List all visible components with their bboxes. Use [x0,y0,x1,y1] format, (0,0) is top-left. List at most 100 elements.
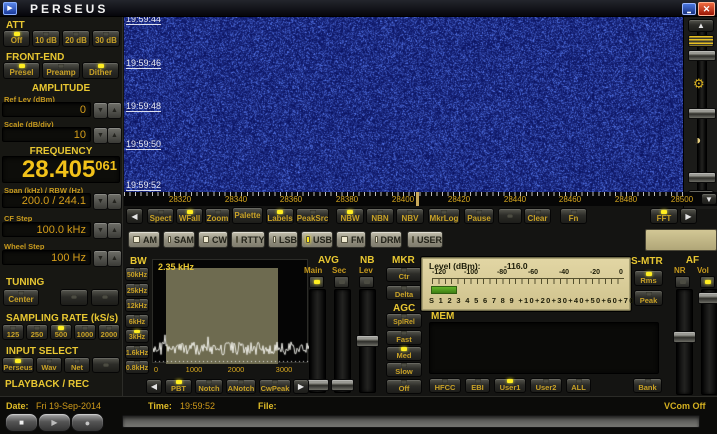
span-spin-down[interactable]: ▼ [93,193,108,210]
mem-user2-button[interactable]: User2 [530,378,562,393]
strip-handle-1[interactable] [688,50,716,61]
frequency-scale[interactable]: 28320 28340 28360 28380 28400 28420 2844… [124,192,717,206]
waterfall-display[interactable]: 19:59:44 19:59:46 19:59:48 19:59:50 19:5… [124,17,683,192]
pbt-left-arrow[interactable]: ◀ [146,379,162,394]
wheel-step-spin-up[interactable]: ▲ [107,250,122,267]
smtr-rms-button[interactable]: Rms [634,270,663,286]
labels-button[interactable]: Labels [266,208,294,224]
strip-handle-3[interactable] [688,172,716,183]
demod-sam-button[interactable]: SAM [163,231,195,248]
notch-button[interactable]: Notch [195,379,223,394]
nbw-button[interactable]: NBW [336,208,364,224]
bw-1-6khz-button[interactable]: 1.6kHz [125,345,149,359]
demod-cw-button[interactable]: CW [198,231,228,248]
toolbar-right-arrow[interactable]: ▶ [680,208,697,224]
mkr-delta-button[interactable]: Delta [386,285,422,300]
bw-25khz-button[interactable]: 25kHz [125,283,149,297]
mem-ebi-button[interactable]: EBI [465,378,490,393]
waterfall-canvas[interactable] [124,17,683,192]
record-button[interactable]: ● [71,413,104,432]
avg-sec-slider-handle[interactable] [331,379,354,391]
agc-med-button[interactable]: Med [386,346,422,361]
ref-lev-spin-up[interactable]: ▲ [107,102,122,119]
demod-drm-button[interactable]: DRM [370,231,402,248]
bw-6khz-button[interactable]: 6kHz [125,314,149,328]
clear-button[interactable]: Clear [524,208,551,224]
att-20db-button[interactable]: 20 dB [62,30,90,47]
nbv-button[interactable]: NBV [396,208,424,224]
input-perseus-button[interactable]: Perseus [2,357,34,373]
zoom-button[interactable]: Zoom [205,208,230,224]
peaksrc-button[interactable]: PeakSrc [296,208,329,224]
tuning-center-button[interactable]: Center [3,289,39,306]
bw-3khz-button[interactable]: 3kHz [125,329,149,343]
avg-sec-toggle[interactable] [334,276,349,288]
att-10db-button[interactable]: 10 dB [32,30,60,47]
avg-main-slider-handle[interactable] [306,379,329,391]
rate-250-button[interactable]: 250 [26,324,48,340]
palette-lines-handle[interactable] [688,35,714,47]
pbt-button[interactable]: PBT [165,379,192,394]
play-button[interactable]: ▶ [38,413,71,432]
demod-usb-button[interactable]: USB [301,231,333,248]
agc-slow-button[interactable]: Slow [386,362,422,377]
scale-value[interactable]: 10 [2,127,91,142]
cwpeak-button[interactable]: CwPeak [259,379,291,394]
tuning-aux1-button[interactable] [60,289,88,306]
bw-50khz-button[interactable]: 50kHz [125,267,149,281]
spect-button[interactable]: Spect [147,208,174,224]
af-vol-slider-handle[interactable] [698,292,717,304]
input-wav-button[interactable]: Wav [36,357,62,373]
mkr-ctr-button[interactable]: Ctr [386,267,422,282]
palette-button[interactable]: Palette [232,207,263,224]
bw-0-8khz-button[interactable]: 0.8kHz [125,360,149,374]
af-vol-toggle[interactable] [700,276,715,288]
att-30db-button[interactable]: 30 dB [92,30,120,47]
smtr-peak-button[interactable]: Peak [634,290,663,306]
strip-up-button[interactable]: ▲ [688,19,714,32]
pause-button[interactable]: Pause [464,208,494,224]
span-spin-up[interactable]: ▲ [107,193,122,210]
mkrlog-button[interactable]: MkrLog [428,208,460,224]
rate-2000-button[interactable]: 2000 [98,324,120,340]
af-nr-toggle[interactable] [675,276,690,288]
agc-fast-button[interactable]: Fast [386,330,422,345]
agc-off-button[interactable]: Off [386,379,422,394]
preamp-button[interactable]: Preamp [42,62,80,79]
contrast-icon[interactable]: ◑ [694,133,701,147]
rate-500-button[interactable]: 500 [50,324,72,340]
close-button[interactable]: ✕ [698,2,715,16]
wheel-step-spin-down[interactable]: ▼ [93,250,108,267]
nb-lev-toggle[interactable] [359,276,374,288]
mem-all-button[interactable]: ALL [566,378,591,393]
cf-step-spin-up[interactable]: ▲ [107,222,122,239]
demod-rtty-button[interactable]: RTTY [231,231,265,248]
anotch-button[interactable]: ANotch [226,379,256,394]
scale-spin-up[interactable]: ▲ [107,127,122,144]
demod-fm-button[interactable]: FM [336,231,366,248]
rate-1000-button[interactable]: 1000 [74,324,96,340]
fft-button[interactable]: FFT [650,208,678,224]
minimize-button[interactable]: ▂ [682,3,696,15]
wfall-button[interactable]: WFall [176,208,203,224]
toolbar-aux-button[interactable] [498,208,522,224]
mem-user1-button[interactable]: User1 [494,378,526,393]
agc-splrel-button[interactable]: SplRel [386,313,422,328]
toolbar-left-arrow[interactable]: ◀ [126,208,143,224]
demod-user-button[interactable]: USER [407,231,443,248]
tuning-marker[interactable] [416,192,419,206]
mem-hfcc-button[interactable]: HFCC [429,378,461,393]
tuning-aux2-button[interactable] [91,289,119,306]
pbt-right-arrow[interactable]: ▶ [293,379,309,394]
presel-button[interactable]: Presel [3,62,40,79]
ref-lev-spin-down[interactable]: ▼ [93,102,108,119]
frequency-display[interactable]: 28.405 061 [2,156,120,183]
af-vol-slider-track[interactable] [701,289,717,395]
att-off-button[interactable]: Off [3,30,30,47]
fn-button[interactable]: Fn [560,208,587,224]
dither-button[interactable]: Dither [82,62,119,79]
scale-down-button[interactable]: ▼ [701,193,717,205]
wheel-step-value[interactable]: 100 Hz [2,250,91,265]
cf-step-spin-down[interactable]: ▼ [93,222,108,239]
strip-handle-2[interactable] [688,108,716,119]
